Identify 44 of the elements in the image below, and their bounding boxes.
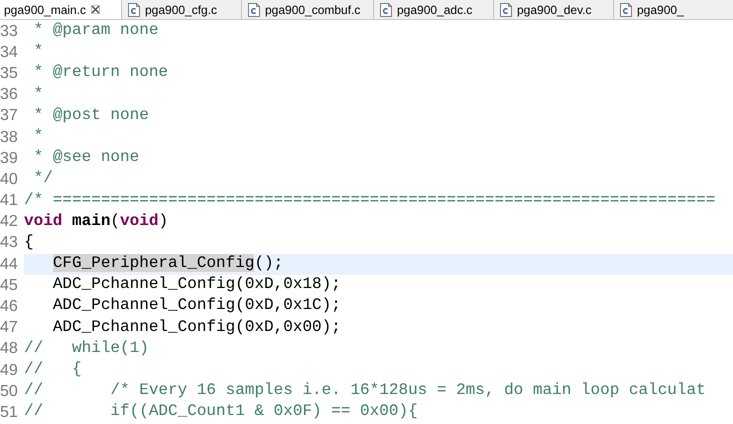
line-number: 43 (0, 234, 19, 252)
code-line: */ (32, 169, 54, 190)
code-line: * (32, 126, 44, 147)
code-line: // while(1) (24, 338, 150, 359)
line-number: 46 (0, 298, 19, 316)
code-line: * (32, 84, 44, 105)
close-icon[interactable] (91, 5, 100, 14)
line-number: 40 (0, 170, 19, 189)
code-line: ADC_Pchannel_Config(0xD,0x18); (52, 275, 342, 296)
line-number: 48 (0, 340, 19, 358)
c-file-icon (248, 2, 260, 16)
code-line: // /* Every 16 samples i.e. 16*128us = 2ms, do main loop calculat (24, 381, 707, 402)
code-line: * (32, 42, 44, 62)
code-line: * @param none (32, 21, 160, 41)
line-number: 42 (0, 213, 19, 232)
c-file-icon (128, 2, 140, 16)
line-number: 41 (0, 192, 19, 210)
code-line: { (24, 232, 35, 253)
code-line: * @return none (32, 63, 170, 84)
line-number: 44 (0, 256, 19, 274)
code-line: ADC_Pchannel_Config(0xD,0x1C); (52, 296, 342, 316)
line-number: 49 (0, 362, 19, 380)
line-number: 33 (0, 22, 19, 41)
line-number: 34 (0, 44, 19, 62)
c-file-icon (500, 2, 512, 16)
code-line: // { (24, 360, 83, 380)
line-number: 37 (0, 107, 19, 126)
line-number: 47 (0, 319, 19, 338)
line-number: 45 (0, 276, 19, 295)
line-number: 36 (0, 86, 19, 104)
code-line: ADC_Pchannel_Config(0xD,0x00); (52, 318, 342, 338)
line-number: 39 (0, 150, 19, 168)
code-line: void main(void) (24, 212, 170, 232)
editor-tab[interactable]: pga900_main.c (0, 0, 122, 19)
code-line: /* ===================================================================== (24, 190, 716, 210)
code-line: // if((ADC_Count1 & 0x0F) == 0x00){ (24, 402, 419, 422)
code-line: * @post none (32, 106, 150, 126)
line-number: 50 (0, 382, 19, 401)
c-file-icon (620, 2, 632, 16)
c-file-icon (380, 2, 392, 16)
line-number: 51 (0, 404, 19, 422)
line-number: 38 (0, 128, 19, 147)
code-line: * @see none (32, 148, 140, 168)
line-number: 35 (0, 64, 19, 83)
